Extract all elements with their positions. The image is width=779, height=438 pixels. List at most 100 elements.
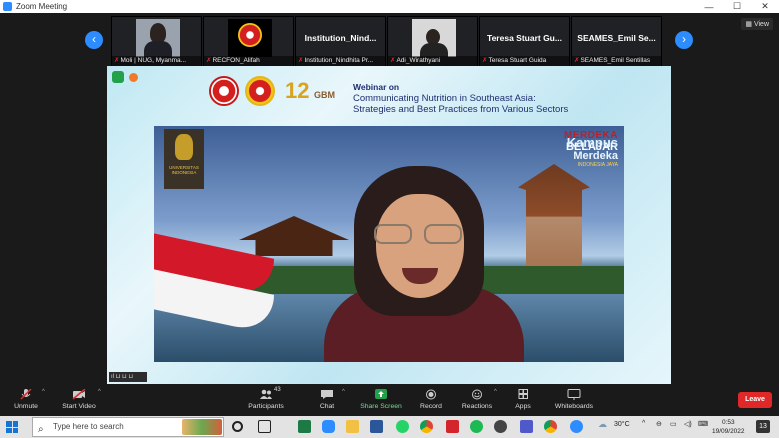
teams-icon[interactable] [520, 420, 533, 433]
settings-gear-icon[interactable] [494, 420, 507, 433]
webinar-title: Webinar on Communicating Nutrition in So… [353, 82, 569, 115]
participant-thumbnail[interactable]: Institution_Nind... ✗Institution_Nindhit… [295, 16, 386, 67]
zoom-window: Zoom Meeting — ☐ ✕ ‹ ✗Moli | NUG, Myanma… [0, 0, 779, 438]
seameo-logo [209, 76, 239, 106]
participant-name: ✗Teresa Stuart Guida [480, 56, 569, 66]
participant-name: ✗RECFON_Alifah [204, 56, 293, 66]
reactions-button[interactable]: Reactions [460, 389, 494, 410]
mic-muted-icon: ✗ [390, 57, 396, 64]
meeting-toolbar: Unmute ^ Start Video ^ Participants 43 C… [0, 386, 779, 416]
spotify-icon[interactable] [470, 420, 483, 433]
next-page-button[interactable]: › [675, 31, 693, 49]
share-corner-icons [112, 71, 138, 83]
windows-taskbar: ⌕ Type here to search ☁ 30°C ^ ⊖ ▭ ◁) ⌨ … [0, 416, 779, 438]
shared-screen: 12 GBM Webinar on Communicating Nutritio… [107, 66, 671, 384]
recfon-logo [245, 76, 275, 106]
language-icon[interactable]: ⌨ [698, 420, 708, 428]
close-button[interactable]: ✕ [751, 1, 779, 12]
view-button[interactable]: ▦ View [741, 18, 773, 30]
participant-thumbnail[interactable]: ✗Adi_Wirathyani [387, 16, 478, 67]
record-button[interactable]: Record [416, 389, 446, 410]
whiteboards-button[interactable]: Whiteboards [552, 389, 596, 410]
speaker-video: UNIVERSITAS INDONESIA MERDEKA BELAJAR Ka… [154, 126, 624, 362]
notification-center-button[interactable]: 13 [756, 420, 770, 433]
apps-icon [518, 389, 528, 399]
battery-icon[interactable]: ▭ [670, 420, 677, 428]
prev-page-button[interactable]: ‹ [85, 31, 103, 49]
kampus-merdeka-branding: MERDEKA BELAJAR Kampus Merdeka INDONESIA… [563, 130, 618, 168]
apps-button[interactable]: Apps [508, 389, 538, 410]
participant-strip: ‹ ✗Moli | NUG, Myanma... ✗RECFON_Alifah … [0, 13, 779, 67]
participant-video [412, 19, 456, 57]
participants-count: 43 [274, 387, 281, 393]
participant-name: ✗Moli | NUG, Myanma... [112, 56, 201, 66]
minimize-button[interactable]: — [695, 2, 723, 12]
help-icon[interactable] [570, 420, 583, 433]
chrome-icon[interactable] [544, 420, 557, 433]
mic-muted-icon: ✗ [574, 57, 580, 64]
leave-button[interactable]: Leave [738, 392, 772, 408]
university-badge: UNIVERSITAS INDONESIA [164, 129, 204, 189]
share-screen-icon [375, 389, 387, 399]
tray-chevron-icon[interactable]: ^ [642, 420, 645, 427]
signal-badge: ıl ⊔ ⊔ ⊔ [109, 372, 147, 382]
participant-thumbnail[interactable]: ✗RECFON_Alifah [203, 16, 294, 67]
excel-icon[interactable] [298, 420, 311, 433]
window-title: Zoom Meeting [16, 2, 68, 11]
weather-cloud-icon[interactable]: ☁ [598, 419, 607, 430]
participant-display-name: Institution_Nind... [304, 33, 377, 43]
acrobat-icon[interactable] [446, 420, 459, 433]
participant-name: ✗SEAMES_Emil Sentillas [572, 56, 661, 66]
participant-name: ✗Adi_Wirathyani [388, 56, 477, 66]
participant-thumbnail[interactable]: SEAMES_Emil Se... ✗SEAMES_Emil Sentillas [571, 16, 662, 67]
start-video-button[interactable]: Start Video [58, 389, 100, 410]
volume-icon[interactable]: ◁) [684, 420, 692, 428]
chat-button[interactable]: Chat [312, 389, 342, 410]
record-icon [426, 389, 436, 400]
chrome-icon[interactable] [420, 420, 433, 433]
weather-temperature[interactable]: 30°C [614, 421, 630, 428]
participant-display-name: SEAMES_Emil Se... [577, 33, 656, 43]
taskbar-clock[interactable]: 0:53 19/09/2022 [712, 418, 745, 436]
mic-muted-icon: ✗ [298, 57, 304, 64]
twelfth-gbm-logo: 12 GBM [285, 78, 335, 103]
video-options-caret[interactable]: ^ [98, 389, 101, 395]
participants-icon [260, 389, 272, 399]
participant-logo [228, 19, 272, 57]
participant-name: ✗Institution_Nindhita Pr... [296, 56, 385, 66]
flag-ribbon [154, 229, 274, 362]
whatsapp-icon[interactable] [396, 420, 409, 433]
sponsor-logos: 12 GBM [209, 76, 335, 106]
mic-muted-icon [20, 389, 32, 400]
word-icon[interactable] [370, 420, 383, 433]
reactions-icon [472, 389, 482, 400]
windows-start-icon[interactable] [6, 421, 18, 433]
unmute-button[interactable]: Unmute [10, 389, 42, 410]
audio-options-caret[interactable]: ^ [42, 389, 45, 395]
reactions-options-caret[interactable]: ^ [494, 389, 497, 395]
zoom-taskbar-icon[interactable] [322, 420, 335, 433]
chat-icon [321, 390, 333, 399]
mic-muted-icon: ✗ [206, 57, 212, 64]
cortana-icon[interactable] [232, 421, 243, 432]
chat-options-caret[interactable]: ^ [342, 389, 345, 395]
network-icon[interactable]: ⊖ [656, 420, 662, 428]
file-explorer-icon[interactable] [346, 420, 359, 433]
whiteboard-icon [567, 389, 581, 400]
recording-icon [129, 73, 138, 82]
share-screen-button[interactable]: Share Screen [356, 389, 406, 410]
maximize-button[interactable]: ☐ [723, 1, 751, 12]
taskbar-search-input[interactable]: ⌕ Type here to search [32, 417, 224, 437]
shield-icon[interactable] [112, 71, 124, 83]
speaker-person [314, 166, 534, 362]
participant-display-name: Teresa Stuart Gu... [487, 33, 562, 43]
video-off-icon [72, 389, 86, 400]
participants-button[interactable]: Participants [244, 389, 288, 410]
mic-muted-icon: ✗ [114, 57, 120, 64]
task-view-icon[interactable] [258, 420, 271, 433]
participant-thumbnail[interactable]: ✗Moli | NUG, Myanma... [111, 16, 202, 67]
participant-thumbnail[interactable]: Teresa Stuart Gu... ✗Teresa Stuart Guida [479, 16, 570, 67]
zoom-app-icon [3, 2, 12, 11]
grid-icon: ▦ [745, 21, 754, 28]
participant-video [136, 19, 180, 57]
